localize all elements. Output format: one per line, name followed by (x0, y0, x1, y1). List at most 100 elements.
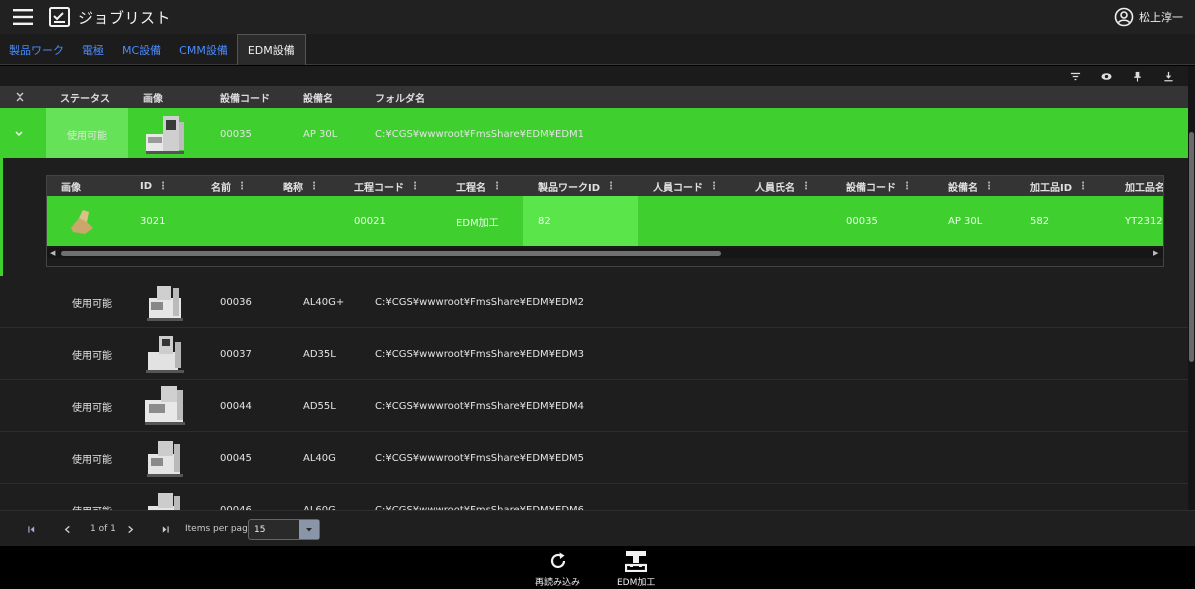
equipment-name: AL40G (303, 452, 336, 464)
header-status[interactable]: ステータス (60, 86, 110, 108)
job-process-code: 00021 (354, 215, 386, 227)
menu-button[interactable] (0, 0, 46, 34)
subheader-part-name[interactable]: 加工品名 (1125, 176, 1163, 196)
vertical-scrollbar[interactable] (1188, 66, 1195, 510)
chevron-left-icon (64, 525, 70, 533)
row-detail-panel: 画像 ID ⋮ 名前 ⋮ 略称 ⋮ 工程コード ⋮ 工程名 ⋮ 製品ワークID ⋮ 人員コー… (0, 158, 1188, 276)
user-menu[interactable]: 松上淳一 (1114, 7, 1183, 27)
header-equipment-code[interactable]: 設備コード (220, 86, 270, 108)
subheader-image[interactable]: 画像 (61, 176, 81, 196)
edm-process-label: EDM加工 (617, 578, 656, 588)
joblist-icon (49, 7, 70, 27)
column-menu-icon[interactable]: ⋮ (801, 181, 811, 192)
equipment-image (143, 108, 187, 160)
folder-path: C:¥CGS¥wwwroot¥FmsShare¥EDM¥EDM2 (375, 296, 585, 308)
tab-edm-equipment[interactable]: EDM設備 (236, 34, 306, 65)
edm-process-button[interactable]: EDM加工 (617, 550, 655, 588)
header-folder-name[interactable]: フォルダ名 (375, 86, 425, 108)
column-visibility-button[interactable] (1091, 66, 1122, 86)
subheader-name[interactable]: 名前 ⋮ (211, 176, 247, 196)
header-image[interactable]: 画像 (143, 86, 163, 108)
edm-machine-image (147, 286, 183, 321)
edm-machine-image (148, 493, 180, 510)
equipment-grid: ステータス 画像 設備コード 設備名 フォルダ名 使用可能 00035 AP 3… (0, 66, 1188, 510)
tab-bar: 製品ワーク 電極 MC設備 CMM設備 EDM設備 (0, 34, 1195, 65)
column-menu-icon[interactable]: ⋮ (984, 181, 994, 192)
table-row[interactable]: 使用可能 00035 AP 30L C:¥CGS¥wwwroot¥FmsShar… (0, 108, 1188, 160)
table-row[interactable]: 使用可能 00036 AL40G+ C:¥CGS¥wwwroot¥FmsShar… (0, 276, 1188, 328)
column-menu-icon[interactable]: ⋮ (492, 181, 502, 192)
horizontal-scrollbar[interactable]: ◀ ▶ (47, 248, 1163, 258)
previous-page-button[interactable] (63, 511, 72, 547)
pin-button[interactable] (1122, 66, 1153, 86)
header-equipment-name[interactable]: 設備名 (303, 86, 333, 108)
first-page-button[interactable] (27, 511, 36, 547)
user-name: 松上淳一 (1139, 11, 1183, 24)
app-title: ジョブリスト (78, 8, 172, 27)
hamburger-icon (13, 9, 33, 25)
scroll-left-icon[interactable]: ◀ (50, 248, 55, 258)
folder-path: C:¥CGS¥wwwroot¥FmsShare¥EDM¥EDM6 (375, 504, 585, 511)
items-per-page-input[interactable] (249, 520, 299, 539)
equipment-image (143, 484, 187, 510)
column-menu-icon[interactable]: ⋮ (237, 181, 247, 192)
table-row[interactable]: 使用可能 00044 AD55L C:¥CGS¥wwwroot¥FmsShare… (0, 380, 1188, 432)
eye-icon (1101, 72, 1112, 80)
subheader-staff-name[interactable]: 人員氏名 ⋮ (755, 176, 811, 196)
scrollbar-thumb[interactable] (61, 251, 721, 256)
subheader-equipment-name[interactable]: 設備名 ⋮ (948, 176, 994, 196)
edm-machine-image (147, 441, 183, 477)
equipment-code: 00036 (220, 296, 252, 308)
subheader-process-name[interactable]: 工程名 ⋮ (456, 176, 502, 196)
subheader-abbr[interactable]: 略称 ⋮ (283, 176, 319, 196)
row-expander[interactable] (14, 108, 30, 160)
job-part-id: 582 (1030, 215, 1050, 227)
equipment-image (143, 276, 187, 328)
next-page-button[interactable] (126, 511, 135, 547)
subheader-equipment-code[interactable]: 設備コード ⋮ (846, 176, 912, 196)
equipment-name: AD55L (303, 400, 336, 412)
job-subgrid: 画像 ID ⋮ 名前 ⋮ 略称 ⋮ 工程コード ⋮ 工程名 ⋮ 製品ワークID ⋮ 人員コー… (46, 175, 1164, 267)
items-per-page-select[interactable] (248, 519, 320, 540)
caret-down-icon (306, 527, 312, 531)
equipment-name: AD35L (303, 348, 336, 360)
tab-cmm-equipment[interactable]: CMM設備 (170, 34, 237, 65)
items-per-page-dropdown[interactable] (299, 520, 319, 539)
filter-button[interactable] (1060, 66, 1091, 86)
column-menu-icon[interactable]: ⋮ (902, 181, 912, 192)
table-row[interactable]: 使用可能 00045 AL40G C:¥CGS¥wwwroot¥FmsShare… (0, 432, 1188, 484)
subheader-staff-code[interactable]: 人員コード ⋮ (653, 176, 719, 196)
page-info: 1 of 1 (90, 524, 116, 534)
equipment-image (143, 380, 187, 432)
column-menu-icon[interactable]: ⋮ (309, 181, 319, 192)
job-row[interactable]: 3021 00021 EDM加工 82 00035 AP 30L 582 YT2… (47, 196, 1163, 246)
equipment-code: 00046 (220, 504, 252, 511)
folder-path: C:¥CGS¥wwwroot¥FmsShare¥EDM¥EDM4 (375, 400, 585, 412)
subheader-product-work-id[interactable]: 製品ワークID ⋮ (538, 176, 616, 196)
column-menu-icon[interactable]: ⋮ (606, 181, 616, 192)
tab-electrode[interactable]: 電極 (73, 34, 113, 65)
table-row[interactable]: 使用可能 00046 AL60G C:¥CGS¥wwwroot¥FmsShare… (0, 484, 1188, 510)
last-page-button[interactable] (161, 511, 170, 547)
reload-button[interactable]: 再読み込み (535, 550, 580, 588)
column-menu-icon[interactable]: ⋮ (709, 181, 719, 192)
scroll-right-icon[interactable]: ▶ (1153, 248, 1158, 258)
last-page-icon (162, 525, 169, 533)
scrollbar-thumb[interactable] (1189, 132, 1194, 362)
tab-product-work[interactable]: 製品ワーク (0, 34, 73, 65)
subheader-part-id[interactable]: 加工品ID ⋮ (1030, 176, 1088, 196)
column-menu-icon[interactable]: ⋮ (158, 181, 168, 192)
column-menu-icon[interactable]: ⋮ (1078, 181, 1088, 192)
column-menu-icon[interactable]: ⋮ (410, 181, 420, 192)
table-row[interactable]: 使用可能 00037 AD35L C:¥CGS¥wwwroot¥FmsShare… (0, 328, 1188, 380)
job-id: 3021 (140, 215, 166, 227)
download-button[interactable] (1153, 66, 1184, 86)
subheader-process-code[interactable]: 工程コード ⋮ (354, 176, 420, 196)
grid-header: ステータス 画像 設備コード 設備名 フォルダ名 (0, 86, 1188, 108)
tab-mc-equipment[interactable]: MC設備 (113, 34, 170, 65)
job-process-name: EDM加工 (456, 217, 499, 229)
filter-icon (1070, 72, 1081, 80)
subheader-id[interactable]: ID ⋮ (140, 176, 168, 196)
collapse-all-button[interactable] (15, 86, 25, 108)
equipment-name: AL40G+ (303, 296, 345, 308)
